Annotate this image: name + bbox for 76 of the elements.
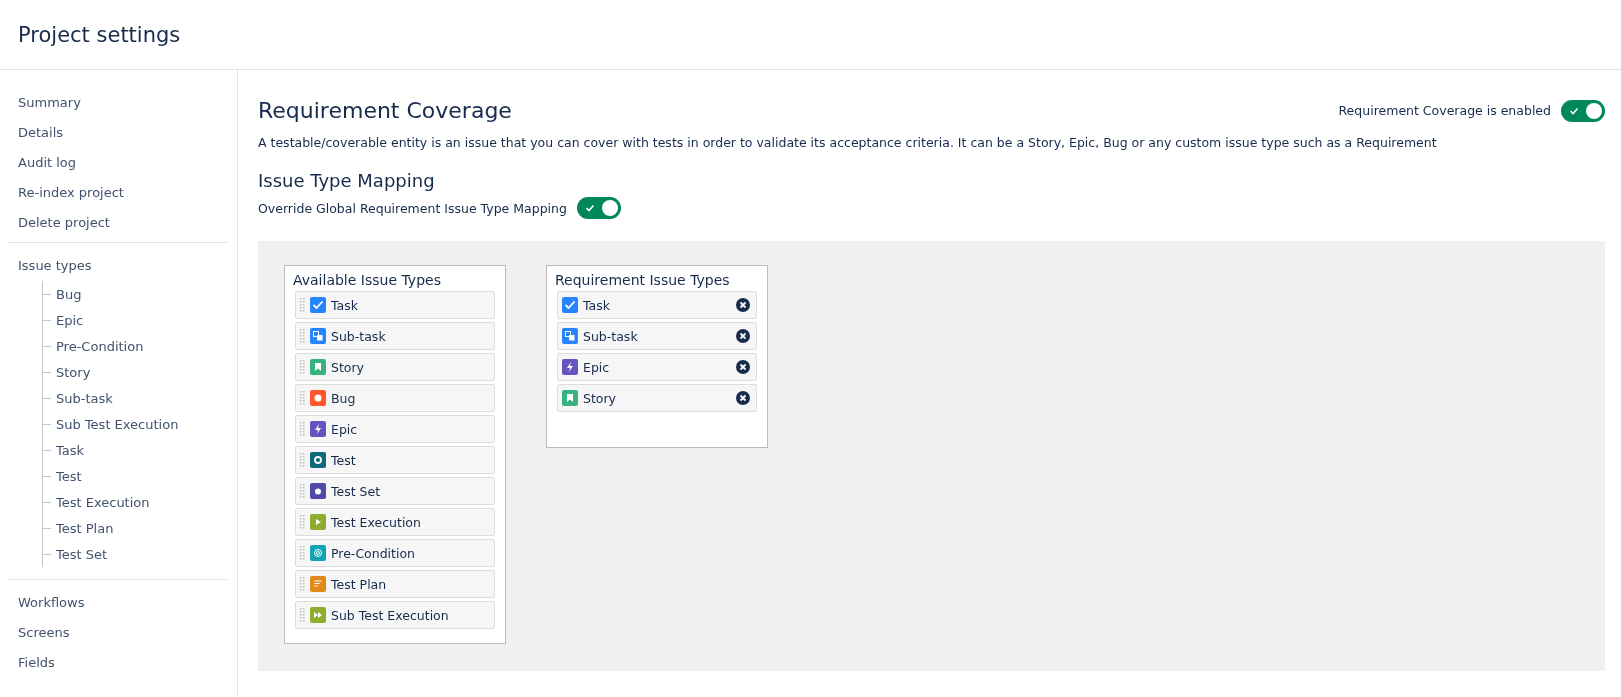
sidebar-item[interactable]: Issue types bbox=[8, 251, 227, 281]
remove-icon[interactable] bbox=[736, 329, 750, 343]
drag-handle-icon[interactable] bbox=[300, 422, 305, 436]
coverage-toggle[interactable] bbox=[1561, 99, 1605, 122]
sidebar-item[interactable]: Fields bbox=[8, 648, 227, 678]
sidebar-item[interactable]: Sub-task bbox=[56, 390, 113, 406]
remove-icon[interactable] bbox=[736, 391, 750, 405]
issue-type-item[interactable]: Pre-Condition bbox=[295, 539, 495, 567]
remove-icon[interactable] bbox=[736, 298, 750, 312]
bookmark-icon bbox=[310, 359, 326, 375]
issue-type-item[interactable]: Task bbox=[295, 291, 495, 319]
subtask-squares-icon bbox=[310, 328, 326, 344]
drag-handle-icon[interactable] bbox=[300, 608, 305, 622]
issue-type-item[interactable]: Bug bbox=[295, 384, 495, 412]
check-icon bbox=[1569, 105, 1579, 116]
sidebar-item[interactable]: Story bbox=[56, 364, 91, 380]
test-ring-icon bbox=[310, 452, 326, 468]
sidebar-item[interactable]: Pre-Condition bbox=[56, 338, 144, 354]
play-icon bbox=[310, 514, 326, 530]
sidebar-item[interactable]: Test Plan bbox=[56, 520, 114, 536]
sidebar-item[interactable]: Screens bbox=[8, 618, 227, 648]
bookmark-icon bbox=[562, 390, 578, 406]
sidebar-item[interactable]: Re-index project bbox=[8, 178, 227, 208]
precondition-icon bbox=[310, 545, 326, 561]
sidebar-item[interactable]: Test bbox=[56, 468, 82, 484]
sidebar-item[interactable]: Details bbox=[8, 118, 227, 148]
check-icon bbox=[584, 203, 595, 213]
sidebar-item[interactable]: Sub Test Execution bbox=[56, 416, 179, 432]
test-set-icon bbox=[310, 483, 326, 499]
list-title: Available Issue Types bbox=[293, 272, 442, 288]
section-title: Requirement Coverage bbox=[258, 98, 512, 123]
issue-type-item[interactable]: Test Execution bbox=[295, 508, 495, 536]
description: A testable/coverable entity is an issue that you can cover with tests in order to validate its acceptance criteria. It can be a Story, Epic, Bug or any custom issue type such as a Requirement bbox=[258, 135, 1438, 150]
issue-type-item[interactable]: Sub-task bbox=[295, 322, 495, 350]
remove-icon[interactable] bbox=[736, 360, 750, 374]
drag-handle-icon[interactable] bbox=[300, 298, 305, 312]
issue-type-item[interactable]: Task bbox=[557, 291, 757, 319]
lightning-icon bbox=[562, 359, 578, 375]
sidebar-item[interactable]: Bug bbox=[56, 286, 82, 302]
page-title: Project settings bbox=[18, 22, 181, 47]
sidebar-item[interactable]: Summary bbox=[8, 88, 227, 118]
list-title: Requirement Issue Types bbox=[555, 272, 731, 288]
test-plan-icon bbox=[310, 576, 326, 592]
task-check-icon bbox=[562, 297, 578, 313]
sidebar-item[interactable]: Workflows bbox=[8, 588, 227, 618]
drag-handle-icon[interactable] bbox=[300, 577, 305, 591]
sidebar-item[interactable]: Test Set bbox=[56, 546, 108, 562]
fast-forward-icon bbox=[310, 607, 326, 623]
issue-type-item[interactable]: Story bbox=[295, 353, 495, 381]
issue-type-item[interactable]: Epic bbox=[557, 353, 757, 381]
issue-type-item[interactable]: Sub-task bbox=[557, 322, 757, 350]
sidebar-item[interactable]: Epic bbox=[56, 312, 84, 328]
task-check-icon bbox=[310, 297, 326, 313]
sidebar-item[interactable]: Test Execution bbox=[56, 494, 150, 510]
drag-handle-icon[interactable] bbox=[300, 453, 305, 467]
drag-handle-icon[interactable] bbox=[300, 391, 305, 405]
drag-handle-icon[interactable] bbox=[300, 515, 305, 529]
sidebar-item[interactable]: Task bbox=[56, 442, 85, 458]
issue-type-item[interactable]: Sub Test Execution bbox=[295, 601, 495, 629]
issue-type-item[interactable]: Epic bbox=[295, 415, 495, 443]
drag-handle-icon[interactable] bbox=[300, 360, 305, 374]
issue-type-item[interactable]: Story bbox=[557, 384, 757, 412]
mapping-toggle[interactable] bbox=[576, 197, 621, 219]
subtask-squares-icon bbox=[562, 328, 578, 344]
drag-handle-icon[interactable] bbox=[300, 546, 305, 560]
sidebar-item[interactable]: Audit log bbox=[8, 148, 227, 178]
sidebar-item[interactable]: Delete project bbox=[8, 208, 227, 238]
section-title: Issue Type Mapping bbox=[258, 170, 436, 191]
issue-type-item[interactable]: Test bbox=[295, 446, 495, 474]
drag-handle-icon[interactable] bbox=[300, 329, 305, 343]
toggle-label: Requirement Coverage is enabled bbox=[1338, 103, 1551, 118]
toggle-label: Override Global Requirement Issue Type Mapping bbox=[258, 200, 567, 216]
issue-type-item[interactable]: Test Plan bbox=[295, 570, 495, 598]
drag-handle-icon[interactable] bbox=[300, 484, 305, 498]
issue-type-item[interactable]: Test Set bbox=[295, 477, 495, 505]
lightning-icon bbox=[310, 421, 326, 437]
